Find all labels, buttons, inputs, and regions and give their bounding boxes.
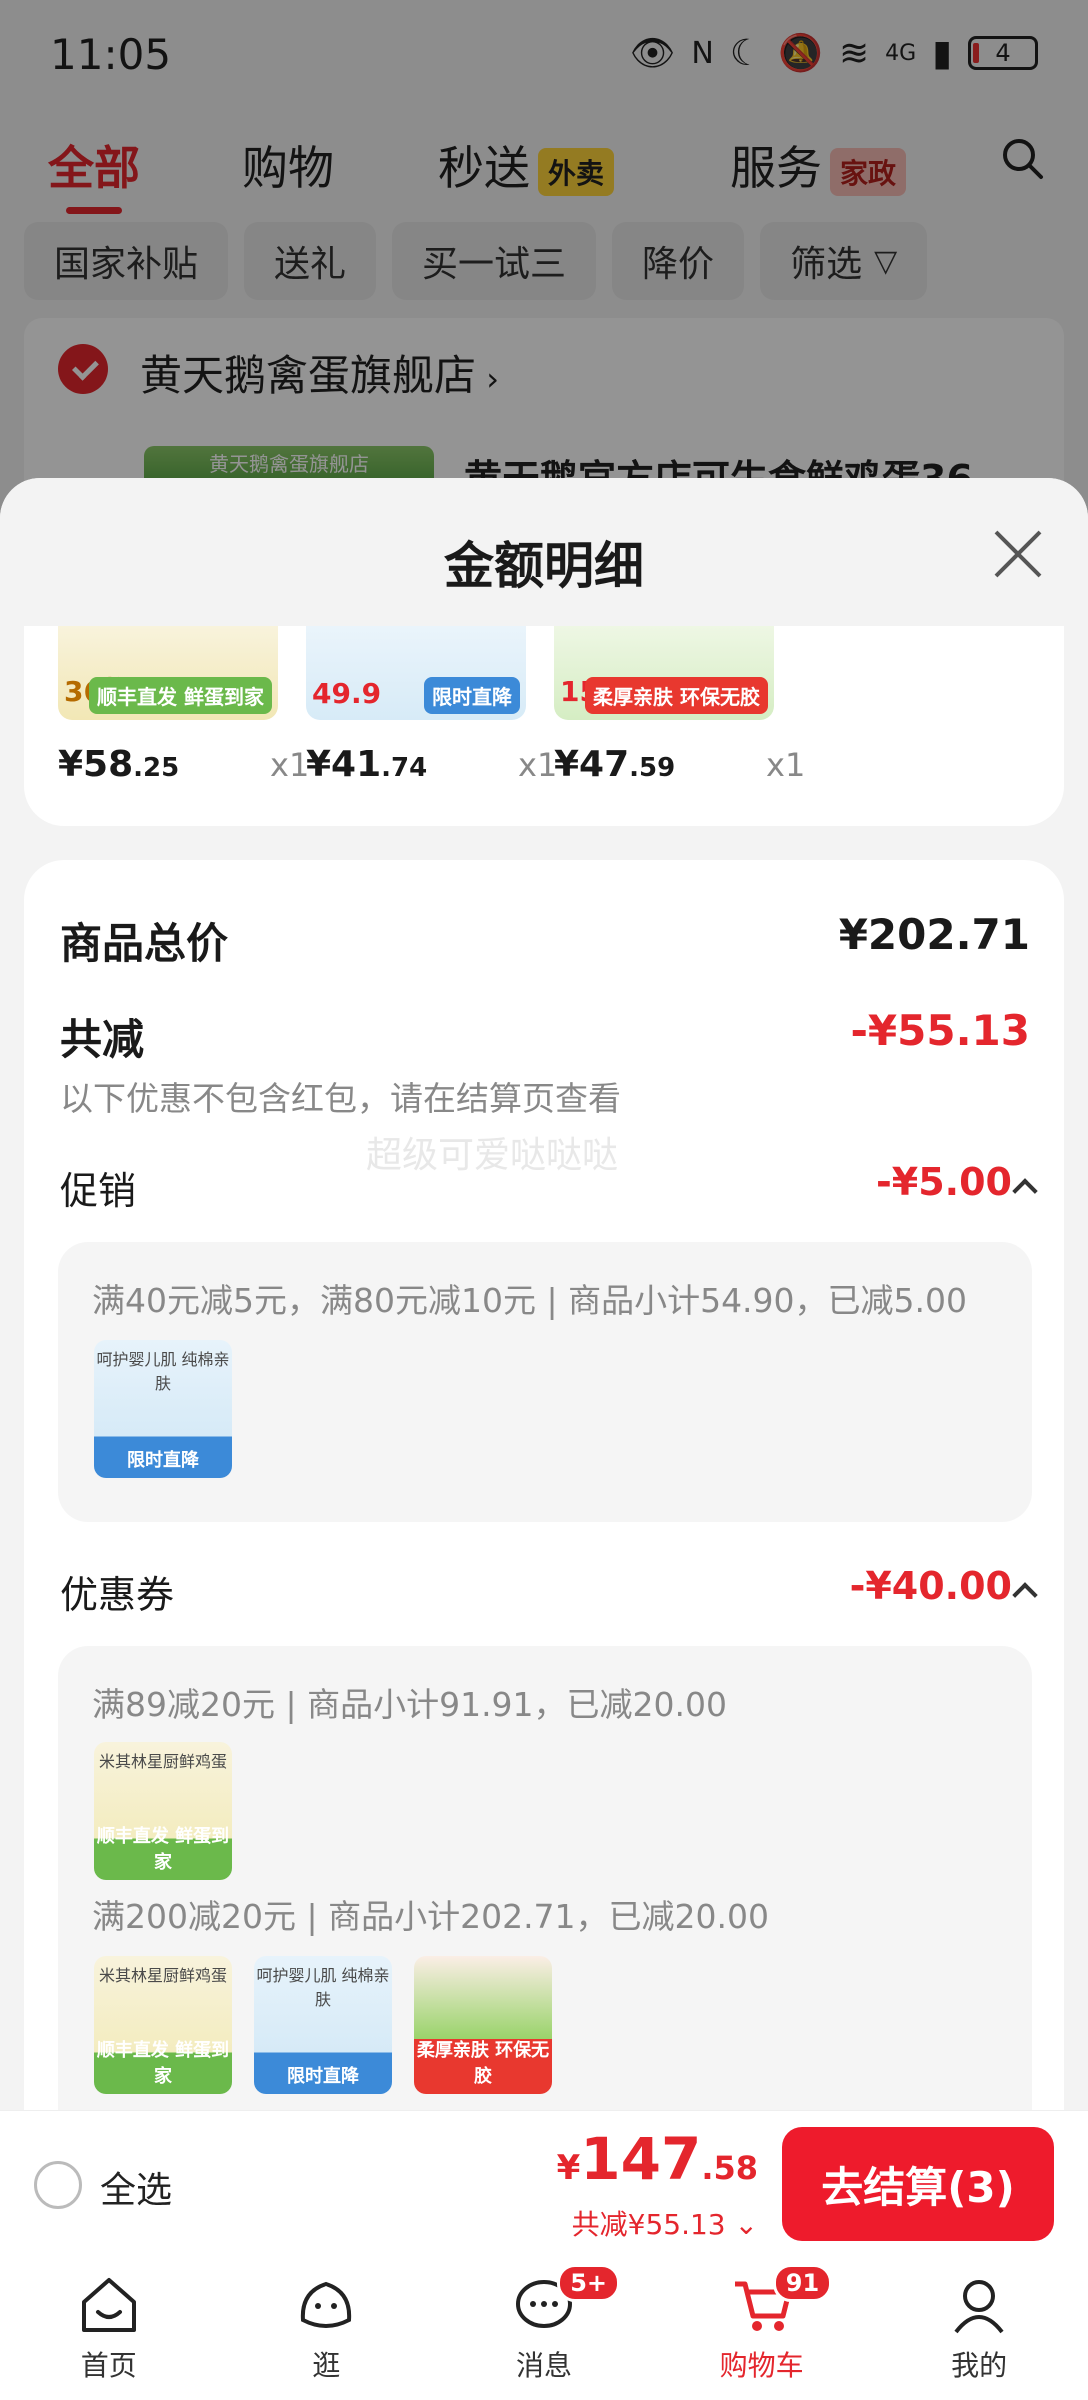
product-tag: 限时直降 <box>424 677 520 714</box>
saved-line[interactable]: 共减¥55.13 ⌄ <box>572 2203 758 2243</box>
total-int: 147 <box>580 2125 702 2193</box>
thumb-head: 呵护婴儿肌 纯棉亲肤 <box>96 1350 230 1393</box>
price-dec: .74 <box>381 753 428 783</box>
price-dec: .59 <box>629 753 676 783</box>
product-count-label: 49.9 <box>312 677 382 710</box>
saved-text: 共减¥55.13 <box>571 2208 726 2241</box>
product-qty: x1 <box>766 746 806 784</box>
checkout-button[interactable]: 去结算(3) <box>782 2127 1054 2241</box>
product-tag: 顺丰直发 鲜蛋到家 <box>89 677 272 714</box>
product-qty: x1 <box>518 746 558 784</box>
product-price: ¥41.74 <box>306 744 427 785</box>
chevron-up-icon[interactable] <box>1012 1582 1038 1608</box>
total-value: ¥202.71 <box>838 910 1030 959</box>
thumb-label: 顺丰直发 鲜蛋到家 <box>96 2040 230 2087</box>
close-icon[interactable] <box>992 528 1044 580</box>
chevron-down-icon: ⌄ <box>725 2208 758 2241</box>
messages-badge: 5+ <box>557 2264 620 2302</box>
thumb-head: 呵护婴儿肌 纯棉亲肤 <box>256 1966 390 2009</box>
tab-home-label: 首页 <box>80 2349 137 2382</box>
price-int: ¥47 <box>554 744 630 785</box>
tab-messages[interactable]: 消息 5+ <box>435 2254 653 2400</box>
thumb-label: 限时直降 <box>127 1450 199 1471</box>
promo-product-thumb[interactable]: 呵护婴儿肌 纯棉亲肤 限时直降 <box>94 1340 232 1478</box>
reduce-note: 以下优惠不包含红包，请在结算页查看 <box>60 1079 621 1118</box>
coupon-product-thumb[interactable]: 米其林星厨鲜鸡蛋 顺丰直发 鲜蛋到家 <box>94 1956 232 2094</box>
tab-mine-label: 我的 <box>951 2349 1008 2382</box>
coupon-detail-box: 满89减20元 | 商品小计91.91，已减20.00 米其林星厨鲜鸡蛋 顺丰直… <box>58 1646 1032 2166</box>
reduce-label: 共减 <box>60 1015 145 1064</box>
product-image: 15元 柔厚亲肤 环保无胶 <box>554 626 774 720</box>
product-item[interactable]: 36枚 顺丰直发 鲜蛋到家 ¥58.25 x1 <box>58 626 309 785</box>
coupon-label: 优惠券 <box>60 1573 175 1617</box>
tab-home[interactable]: 首页 <box>0 2254 218 2400</box>
coupon-value[interactable]: -¥40.00 <box>850 1564 1012 1608</box>
tab-browse[interactable]: 逛 <box>218 2254 436 2400</box>
bottom-tab-bar: 首页 逛 消息 5+ 购物车 91 我的 <box>0 2254 1088 2400</box>
coupon-product-thumb[interactable]: 柔厚亲肤 环保无胶 <box>414 1956 552 2094</box>
dim-overlay[interactable] <box>0 0 1088 520</box>
tab-browse-label: 逛 <box>312 2349 341 2382</box>
product-item[interactable]: 49.9 限时直降 ¥41.74 x1 <box>306 626 557 785</box>
coupon-product-thumb[interactable]: 米其林星厨鲜鸡蛋 顺丰直发 鲜蛋到家 <box>94 1742 232 1880</box>
sheet-header: 金额明细 <box>0 478 1088 626</box>
price-int: ¥41 <box>306 744 382 785</box>
promo-detail-text: 满40元减5元，满80元减10元 | 商品小计54.90，已减5.00 <box>92 1281 968 1320</box>
chevron-up-icon[interactable] <box>1012 1178 1038 1204</box>
thumb-head: 米其林星厨鲜鸡蛋 <box>98 1752 227 1771</box>
product-qty: x1 <box>270 746 310 784</box>
sheet-title: 金额明细 <box>444 537 644 595</box>
browse-icon <box>301 2281 352 2328</box>
thumb-label: 限时直降 <box>287 2066 359 2087</box>
price-int: ¥58 <box>58 744 134 785</box>
total-price: ¥147.58 <box>557 2125 758 2193</box>
price-dec: .25 <box>133 753 180 783</box>
products-card: 36枚 顺丰直发 鲜蛋到家 ¥58.25 x1 49.9 限时直降 ¥41.74… <box>24 626 1064 826</box>
product-item[interactable]: 15元 柔厚亲肤 环保无胶 ¥47.59 x1 <box>554 626 805 785</box>
home-icon <box>81 2278 136 2332</box>
product-tag: 柔厚亲肤 环保无胶 <box>585 677 768 714</box>
promo-label: 促销 <box>60 1169 137 1213</box>
product-price: ¥47.59 <box>554 744 675 785</box>
total-label: 商品总价 <box>60 919 229 968</box>
tab-cart-label: 购物车 <box>719 2349 804 2382</box>
select-all-label[interactable]: 全选 <box>100 2161 172 2213</box>
user-icon <box>954 2280 1004 2334</box>
reduce-value: -¥55.13 <box>850 1006 1030 1055</box>
select-all-checkbox[interactable] <box>34 2161 82 2209</box>
cart-badge: 91 <box>772 2264 833 2302</box>
product-image: 36枚 顺丰直发 鲜蛋到家 <box>58 626 278 720</box>
tab-messages-label: 消息 <box>515 2349 572 2382</box>
tab-cart[interactable]: 购物车 91 <box>653 2254 871 2400</box>
total-dec: .58 <box>701 2149 758 2187</box>
coupon-detail-text-2: 满200减20元 | 商品小计202.71，已减20.00 <box>92 1897 770 1936</box>
promo-value[interactable]: -¥5.00 <box>876 1160 1012 1204</box>
product-price: ¥58.25 <box>58 744 179 785</box>
promo-detail-box: 满40元减5元，满80元减10元 | 商品小计54.90，已减5.00 呵护婴儿… <box>58 1242 1032 1522</box>
currency-symbol: ¥ <box>556 2148 581 2188</box>
product-image: 49.9 限时直降 <box>306 626 526 720</box>
thumb-label: 柔厚亲肤 环保无胶 <box>416 2040 550 2087</box>
checkout-bar: 全选 ¥147.58 共减¥55.13 ⌄ 去结算(3) <box>0 2110 1088 2254</box>
tab-mine[interactable]: 我的 <box>870 2254 1088 2400</box>
coupon-product-thumb[interactable]: 呵护婴儿肌 纯棉亲肤 限时直降 <box>254 1956 392 2094</box>
watermark-text: 超级可爱哒哒哒 <box>366 1135 619 1176</box>
thumb-label: 顺丰直发 鲜蛋到家 <box>96 1826 230 1873</box>
coupon-detail-text-1: 满89减20元 | 商品小计91.91，已减20.00 <box>92 1685 728 1724</box>
thumb-head: 米其林星厨鲜鸡蛋 <box>98 1966 227 1985</box>
